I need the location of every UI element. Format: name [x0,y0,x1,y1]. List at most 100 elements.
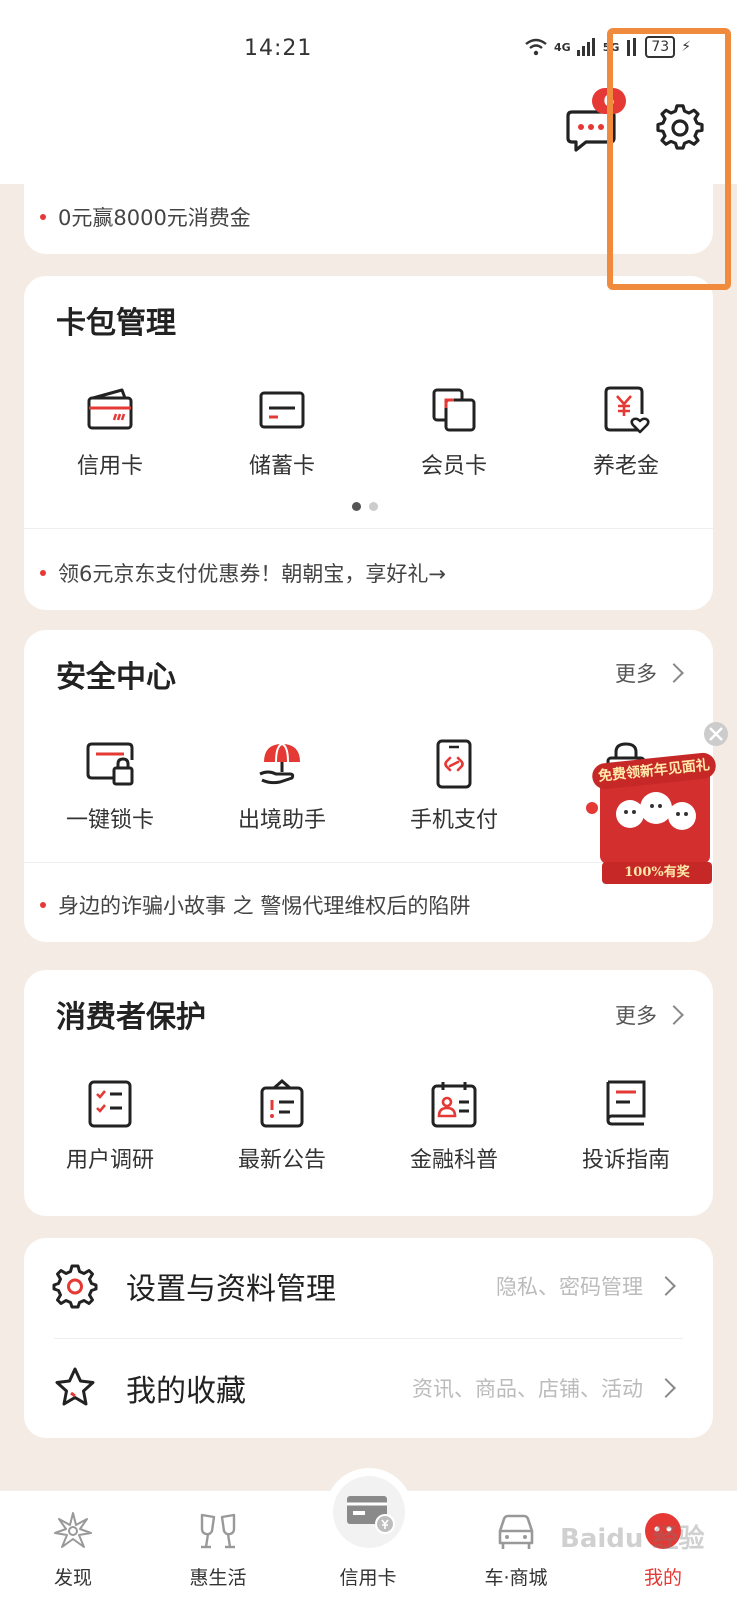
phone-pay-icon [436,739,472,789]
consumer-item-label: 用户调研 [65,1148,154,1173]
more-label: 更多 [615,1004,657,1028]
consumer-item-guide[interactable]: 投诉指南 [540,1078,712,1174]
card-pack-title: 卡包管理 [56,306,176,341]
discover-icon [54,1512,92,1548]
settings-row-hint: 隐私、密码管理 [496,1275,643,1299]
consumer-item-survey[interactable]: 用户调研 [24,1078,196,1174]
security-item-label: 一键锁卡 [65,808,154,833]
settings-section: 设置与资料管理 隐私、密码管理 我的收藏 资讯、商品、店铺、活动 [24,1238,713,1438]
tab-label: 信用卡 [339,1567,397,1589]
more-label: 更多 [615,662,657,686]
status-icons: 4G 5G 73 ⚡ [524,36,691,58]
card-pack-item-label: 会员卡 [420,454,487,479]
security-item-phone-pay[interactable]: 手机支付 [368,738,540,834]
chevron-right-icon [656,1276,676,1296]
card-pack-promo-link[interactable]: 领6元京东支付优惠券！朝朝宝，享好礼→ [40,558,446,588]
card-pack-item-debit[interactable]: 储蓄卡 [196,384,368,480]
security-more-link[interactable]: 更多 [615,658,684,688]
lock-card-icon [86,742,134,786]
consumer-item-finance[interactable]: 金融科普 [368,1078,540,1174]
tab-label: 惠生活 [189,1567,247,1589]
card-pack-item-member[interactable]: 会员卡 [368,384,540,480]
charging-icon: ⚡ [681,39,692,55]
consumer-title: 消费者保护 [56,1000,206,1035]
consumer-grid: 用户调研 最新公告 金融科普 投诉指南 [24,1078,713,1174]
travel-umbrella-icon [259,742,300,785]
debit-card-icon [259,391,305,429]
calendar-id-icon [431,1082,477,1128]
settings-row-title: 设置与资料管理 [126,1272,336,1307]
security-item-lock-card[interactable]: 一键锁卡 [24,738,196,834]
member-card-icon [432,388,476,432]
baidu-watermark: Baidu 经验 [560,1524,705,1554]
center-card-button[interactable] [333,1476,405,1548]
chevron-right-icon [664,1005,684,1025]
tab-label: 车·商城 [484,1567,548,1589]
security-item-label: 出境助手 [237,808,326,833]
star-icon [55,1367,95,1406]
credit-card-icon [87,388,133,430]
favorites-row[interactable]: 我的收藏 资讯、商品、店铺、活动 [24,1340,713,1436]
consumer-item-label: 投诉指南 [581,1148,670,1173]
favorites-row-title: 我的收藏 [126,1374,246,1409]
network-label-5g: 5G [602,40,620,54]
guide-book-icon [606,1080,646,1126]
chevron-right-icon [664,663,684,683]
tab-benefits[interactable]: 惠生活 [158,1491,278,1601]
top-promo-link[interactable]: 0元赢8000元消费金 [40,202,251,232]
card-pack-section: 卡包管理 信用卡 储蓄卡 会员卡 养老金 领6元京东支付优惠券！朝朝宝，享好礼→ [24,276,713,610]
security-title: 安全中心 [56,660,176,695]
consumer-item-notice[interactable]: 最新公告 [196,1078,368,1174]
card-pack-item-label: 信用卡 [76,454,143,479]
card-pack-item-credit[interactable]: 信用卡 [24,384,196,480]
tab-car-mall[interactable]: 车·商城 [456,1491,576,1601]
consumer-item-label: 金融科普 [409,1148,498,1173]
message-icon[interactable] [566,108,616,152]
top-promo-text: 0元赢8000元消费金 [58,206,251,230]
battery-level: 73 [645,36,676,58]
signal-icon-2 [627,38,637,56]
gear-icon [52,1264,98,1309]
pension-icon [604,386,650,434]
wifi-icon [525,38,547,56]
divider [54,1338,683,1339]
status-time: 14:21 [244,36,313,61]
consumer-more-link[interactable]: 更多 [615,1000,684,1030]
security-promo-text: 身边的诈骗小故事 之 警惕代理维权后的陷阱 [58,894,471,918]
card-icon [347,1496,395,1534]
chevron-right-icon [656,1378,676,1398]
favorites-row-hint: 资讯、商品、店铺、活动 [412,1377,643,1401]
top-promo-card: 0元赢8000元消费金 [24,160,713,254]
pager-dot-active [352,502,361,511]
floating-gift-banner[interactable]: 免费领新年见面礼 100%有奖 [582,722,732,892]
survey-icon [88,1080,132,1128]
pager-dot [369,502,378,511]
security-promo-link[interactable]: 身边的诈骗小故事 之 警惕代理维权后的陷阱 [40,890,470,920]
card-pack-item-label: 储蓄卡 [248,454,315,479]
card-pack-item-pension[interactable]: 养老金 [540,384,712,480]
bullet-dot [40,214,46,220]
car-icon [498,1514,534,1549]
consumer-item-label: 最新公告 [237,1148,326,1173]
card-pack-grid: 信用卡 储蓄卡 会员卡 养老金 [24,384,713,480]
signal-icon [576,38,595,56]
message-badge: 6 [592,88,626,114]
divider [24,528,713,529]
card-pack-pager [352,502,378,511]
security-item-label: 手机支付 [409,808,498,833]
security-item-travel[interactable]: 出境助手 [196,738,368,834]
network-label-4g: 4G [554,40,571,54]
settings-gear-icon[interactable] [656,104,704,152]
settings-row[interactable]: 设置与资料管理 隐私、密码管理 [24,1238,713,1334]
tab-label: 发现 [53,1567,92,1589]
card-pack-promo-text: 领6元京东支付优惠券！朝朝宝，享好礼→ [58,562,446,586]
tab-discover[interactable]: 发现 [13,1491,133,1601]
card-pack-item-label: 养老金 [592,454,659,479]
cheers-icon [200,1513,236,1549]
bullet-dot [40,902,46,908]
tab-label: 我的 [643,1567,682,1589]
notice-icon [260,1079,304,1128]
bullet-dot [40,570,46,576]
gift-banner-badge: 100%有奖 [624,865,690,880]
consumer-protection-section: 消费者保护 更多 用户调研 最新公告 金融科普 投诉指南 [24,970,713,1216]
